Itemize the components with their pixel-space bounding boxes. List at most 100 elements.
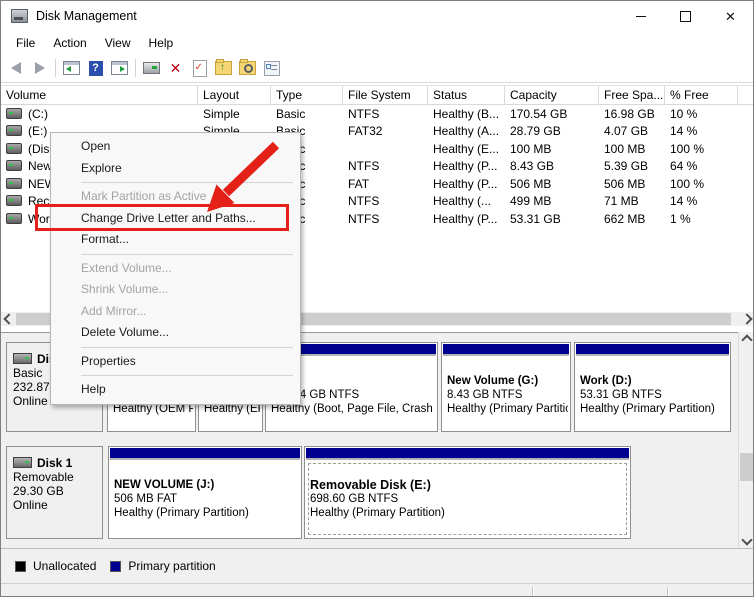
maximize-button[interactable] [663,1,708,31]
menu-separator [81,253,293,255]
cell-free: 100 MB [604,141,646,156]
unallocated-swatch [15,560,26,572]
volume-icon [6,212,22,224]
cell-free: 71 MB [604,194,639,209]
cell-status: Healthy (P... [433,159,498,174]
highlight-rectangle [35,204,289,231]
delete-icon[interactable]: ✕ [167,60,184,76]
scroll-up-button[interactable] [739,332,753,347]
primary-partition-strip [443,344,569,356]
menu-view[interactable]: View [96,33,140,53]
cell-layout: Simple [203,106,240,121]
cell-status: Healthy (P... [433,176,498,191]
scroll-right-button[interactable] [739,312,753,326]
partition-size: 506 MB FAT [114,493,178,505]
cell-pct-free: 14 % [670,124,698,139]
disk1-partition-e-selected[interactable]: Removable Disk (E:) 698.60 GB NTFS Healthy… [304,446,631,539]
chevron-down-icon [741,533,753,546]
context-menu: Open Explore Mark Partition as Active Ch… [50,132,301,405]
menu-help[interactable]: Help [140,33,183,53]
column-header-pct-free[interactable]: % Free [665,86,738,104]
menu-separator [81,375,293,376]
cell-pct-free: 1 % [670,211,691,226]
primary-partition-strip [306,448,629,460]
menu-item-help[interactable]: Help [51,379,300,401]
scroll-left-button[interactable] [1,312,16,326]
partition-size: 8.43 GB NTFS [447,389,523,401]
partition-health: Healthy (Primary Partition) [580,403,715,415]
title-bar[interactable]: Disk Management ✕ [1,1,753,31]
partition-label: NEW VOLUME (J:) [114,479,215,491]
status-bar-divider [532,587,534,596]
cell-fs: FAT32 [348,124,383,139]
menu-item-explore[interactable]: Explore [51,158,300,180]
partition-health: Healthy (Primary Partition) [447,403,568,415]
column-header-status[interactable]: Status [428,86,505,104]
disk-name: Disk 1 [37,456,73,470]
cell-capacity: 499 MB [510,194,552,209]
column-header-capacity[interactable]: Capacity [505,86,599,104]
validate-icon[interactable] [191,59,208,77]
vertical-scrollbar[interactable] [738,332,753,548]
cell-fs: NTFS [348,211,380,226]
primary-partition-strip [576,344,729,356]
status-bar-divider [667,587,669,596]
disk1-label-panel[interactable]: Disk 1 Removable 29.30 GB Online [6,446,103,539]
disk0-partition-d[interactable]: Work (D:) 53.31 GB NTFS Healthy (Primary P… [574,342,731,432]
console-tree-icon[interactable] [63,60,80,76]
partition-label: New Volume (G:) [447,375,539,387]
cell-fs: NTFS [348,159,380,174]
vertical-scrollbar-thumb[interactable] [740,453,753,481]
properties-list-icon[interactable] [263,60,280,76]
cell-capacity: 506 MB [510,176,552,191]
partition-label: Work (D:) [580,375,632,387]
cell-status: Healthy (A... [433,124,500,139]
cell-type: Basic [276,106,306,121]
disk1-partition-j[interactable]: NEW VOLUME (J:) 506 MB FAT Healthy (Primar… [108,446,302,539]
volume-table-header: Volume Layout Type File System Status Ca… [1,85,753,105]
cell-capacity: 8.43 GB [510,159,555,174]
menu-item-format[interactable]: Format... [51,229,300,251]
column-header-volume[interactable]: Volume [1,86,198,104]
help-icon[interactable]: ? [87,60,104,76]
action-pane-icon[interactable] [111,60,128,76]
partition-size: 53.31 GB NTFS [580,389,662,401]
cell-status: Healthy (E... [433,141,500,156]
folder-search-icon[interactable] [239,59,256,76]
close-button[interactable]: ✕ [708,1,753,31]
column-header-free-space[interactable]: Free Spa... [599,86,665,104]
cell-pct-free: 10 % [670,106,698,121]
cell-status: Healthy (P... [433,211,498,226]
menu-item-properties[interactable]: Properties [51,351,300,373]
cell-free: 5.39 GB [604,159,649,174]
disk-status: Online [13,498,48,512]
menu-action[interactable]: Action [44,33,95,53]
column-header-layout[interactable]: Layout [198,86,271,104]
column-header-filler [738,86,753,104]
volume-icon [6,125,22,137]
scroll-down-button[interactable] [739,532,753,547]
status-bar [1,583,753,596]
chevron-left-icon [2,313,15,325]
minimize-button[interactable] [618,1,663,31]
menu-item-open[interactable]: Open [51,136,300,158]
close-icon: ✕ [725,8,736,24]
menu-item-delete-volume[interactable]: Delete Volume... [51,322,300,344]
table-row[interactable]: (C:) Simple Basic NTFS Healthy (B... 170… [1,105,753,123]
maximize-icon [680,10,691,22]
cell-status: Healthy (... [433,194,492,209]
folder-up-icon[interactable]: ↑ [215,59,232,76]
disk-management-icon [11,9,28,23]
back-icon[interactable] [7,60,24,76]
volume-name: (C:) [28,106,48,121]
legend-primary-partition-label: Primary partition [128,559,216,573]
column-header-file-system[interactable]: File System [343,86,428,104]
toolbar-separator [135,59,136,77]
forward-icon[interactable] [31,60,48,76]
disk0-partition-g[interactable]: New Volume (G:) 8.43 GB NTFS Healthy (Prim… [441,342,571,432]
menu-file[interactable]: File [7,33,44,53]
cell-free: 16.98 GB [604,106,655,121]
menu-item-extend-volume: Extend Volume... [81,260,172,275]
column-header-type[interactable]: Type [271,86,343,104]
remote-computer-icon[interactable] [143,60,160,76]
